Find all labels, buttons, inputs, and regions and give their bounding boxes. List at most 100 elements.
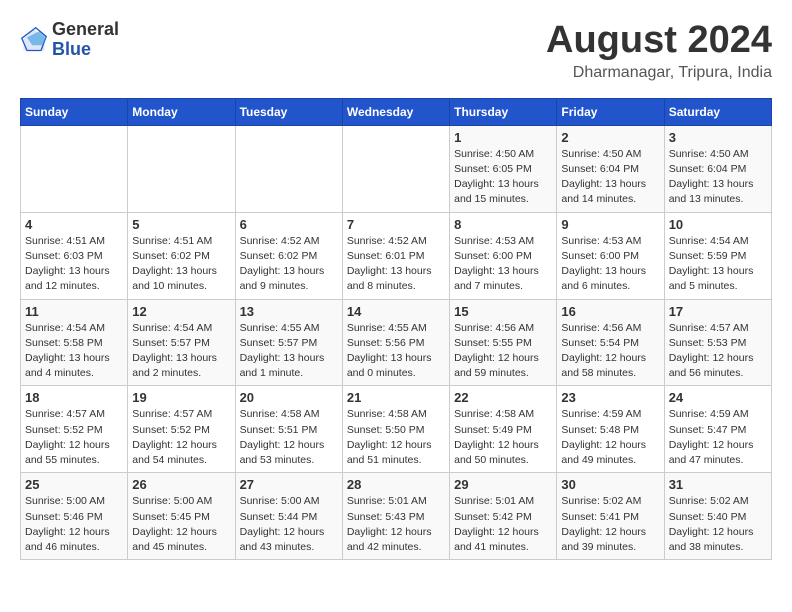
day-number: 11 xyxy=(25,304,123,319)
day-info: Sunrise: 4:59 AM Sunset: 5:48 PM Dayligh… xyxy=(561,407,659,468)
day-info: Sunrise: 5:00 AM Sunset: 5:46 PM Dayligh… xyxy=(25,494,123,555)
calendar-cell: 19 Sunrise: 4:57 AM Sunset: 5:52 PM Dayli… xyxy=(128,386,235,473)
calendar-cell: 7 Sunrise: 4:52 AM Sunset: 6:01 PM Daylig… xyxy=(342,212,449,299)
day-info: Sunrise: 4:55 AM Sunset: 5:56 PM Dayligh… xyxy=(347,321,445,382)
calendar-cell: 8Sunrise: 4:53 AM Sunset: 6:00 PM Daylig… xyxy=(450,212,557,299)
calendar-cell: 4Sunrise: 4:51 AM Sunset: 6:03 PM Daylig… xyxy=(21,212,128,299)
title-block: August 2024 Dharmanagar, Tripura, India xyxy=(546,20,772,82)
calendar-cell: 16 Sunrise: 4:56 AM Sunset: 5:54 PM Dayli… xyxy=(557,299,664,386)
calendar-header: SundayMondayTuesdayWednesdayThursdayFrid… xyxy=(21,98,772,125)
col-header-thursday: Thursday xyxy=(450,98,557,125)
day-info: Sunrise: 4:54 AM Sunset: 5:57 PM Dayligh… xyxy=(132,321,230,382)
calendar-cell: 27Sunrise: 5:00 AM Sunset: 5:44 PM Dayli… xyxy=(235,473,342,560)
day-number: 15 xyxy=(454,304,552,319)
day-info: Sunrise: 4:55 AM Sunset: 5:57 PM Dayligh… xyxy=(240,321,338,382)
calendar-cell: 10Sunrise: 4:54 AM Sunset: 5:59 PM Dayli… xyxy=(664,212,771,299)
day-number: 18 xyxy=(25,390,123,405)
day-number: 17 xyxy=(669,304,767,319)
day-info: Sunrise: 4:54 AM Sunset: 5:58 PM Dayligh… xyxy=(25,321,123,382)
day-number: 19 xyxy=(132,390,230,405)
calendar-cell: 22 Sunrise: 4:58 AM Sunset: 5:49 PM Dayli… xyxy=(450,386,557,473)
week-row-1: 1Sunrise: 4:50 AM Sunset: 6:05 PM Daylig… xyxy=(21,125,772,212)
calendar-cell: 24Sunrise: 4:59 AM Sunset: 5:47 PM Dayli… xyxy=(664,386,771,473)
day-info: Sunrise: 4:50 AM Sunset: 6:04 PM Dayligh… xyxy=(669,147,767,208)
day-number: 28 xyxy=(347,477,445,492)
calendar-cell xyxy=(342,125,449,212)
day-info: Sunrise: 4:56 AM Sunset: 5:55 PM Dayligh… xyxy=(454,321,552,382)
day-number: 6 xyxy=(240,217,338,232)
day-number: 9 xyxy=(561,217,659,232)
day-number: 5 xyxy=(132,217,230,232)
col-header-tuesday: Tuesday xyxy=(235,98,342,125)
calendar-cell: 18 Sunrise: 4:57 AM Sunset: 5:52 PM Dayli… xyxy=(21,386,128,473)
day-info: Sunrise: 4:52 AM Sunset: 6:02 PM Dayligh… xyxy=(240,234,338,295)
day-number: 31 xyxy=(669,477,767,492)
day-number: 12 xyxy=(132,304,230,319)
calendar-cell xyxy=(128,125,235,212)
col-header-friday: Friday xyxy=(557,98,664,125)
calendar-cell: 31 Sunrise: 5:02 AM Sunset: 5:40 PM Dayli… xyxy=(664,473,771,560)
calendar-cell: 14 Sunrise: 4:55 AM Sunset: 5:56 PM Dayli… xyxy=(342,299,449,386)
week-row-2: 4Sunrise: 4:51 AM Sunset: 6:03 PM Daylig… xyxy=(21,212,772,299)
calendar-table: SundayMondayTuesdayWednesdayThursdayFrid… xyxy=(20,98,772,560)
day-number: 8 xyxy=(454,217,552,232)
calendar-cell: 11 Sunrise: 4:54 AM Sunset: 5:58 PM Dayli… xyxy=(21,299,128,386)
day-info: Sunrise: 4:59 AM Sunset: 5:47 PM Dayligh… xyxy=(669,407,767,468)
day-info: Sunrise: 4:50 AM Sunset: 6:04 PM Dayligh… xyxy=(561,147,659,208)
day-info: Sunrise: 4:50 AM Sunset: 6:05 PM Dayligh… xyxy=(454,147,552,208)
day-info: Sunrise: 4:58 AM Sunset: 5:50 PM Dayligh… xyxy=(347,407,445,468)
day-info: Sunrise: 4:57 AM Sunset: 5:52 PM Dayligh… xyxy=(25,407,123,468)
calendar-cell: 2 Sunrise: 4:50 AM Sunset: 6:04 PM Daylig… xyxy=(557,125,664,212)
day-number: 22 xyxy=(454,390,552,405)
day-info: Sunrise: 5:01 AM Sunset: 5:43 PM Dayligh… xyxy=(347,494,445,555)
col-header-monday: Monday xyxy=(128,98,235,125)
day-info: Sunrise: 4:58 AM Sunset: 5:51 PM Dayligh… xyxy=(240,407,338,468)
day-number: 20 xyxy=(240,390,338,405)
calendar-cell: 28 Sunrise: 5:01 AM Sunset: 5:43 PM Dayli… xyxy=(342,473,449,560)
day-number: 3 xyxy=(669,130,767,145)
day-info: Sunrise: 4:53 AM Sunset: 6:00 PM Dayligh… xyxy=(561,234,659,295)
calendar-cell: 17 Sunrise: 4:57 AM Sunset: 5:53 PM Dayli… xyxy=(664,299,771,386)
logo-icon xyxy=(20,26,48,54)
calendar-cell: 13Sunrise: 4:55 AM Sunset: 5:57 PM Dayli… xyxy=(235,299,342,386)
day-info: Sunrise: 5:00 AM Sunset: 5:44 PM Dayligh… xyxy=(240,494,338,555)
calendar-cell: 20 Sunrise: 4:58 AM Sunset: 5:51 PM Dayli… xyxy=(235,386,342,473)
week-row-3: 11 Sunrise: 4:54 AM Sunset: 5:58 PM Dayli… xyxy=(21,299,772,386)
main-title: August 2024 xyxy=(546,20,772,62)
day-number: 14 xyxy=(347,304,445,319)
calendar-cell: 5 Sunrise: 4:51 AM Sunset: 6:02 PM Daylig… xyxy=(128,212,235,299)
week-row-5: 25Sunrise: 5:00 AM Sunset: 5:46 PM Dayli… xyxy=(21,473,772,560)
day-number: 4 xyxy=(25,217,123,232)
subtitle: Dharmanagar, Tripura, India xyxy=(546,64,772,82)
logo-text: General Blue xyxy=(52,20,119,60)
day-info: Sunrise: 4:56 AM Sunset: 5:54 PM Dayligh… xyxy=(561,321,659,382)
day-number: 2 xyxy=(561,130,659,145)
calendar-cell xyxy=(21,125,128,212)
day-info: Sunrise: 5:01 AM Sunset: 5:42 PM Dayligh… xyxy=(454,494,552,555)
calendar-cell: 26 Sunrise: 5:00 AM Sunset: 5:45 PM Dayli… xyxy=(128,473,235,560)
day-number: 7 xyxy=(347,217,445,232)
calendar-cell: 12 Sunrise: 4:54 AM Sunset: 5:57 PM Dayli… xyxy=(128,299,235,386)
day-info: Sunrise: 5:02 AM Sunset: 5:40 PM Dayligh… xyxy=(669,494,767,555)
calendar-cell xyxy=(235,125,342,212)
day-info: Sunrise: 4:52 AM Sunset: 6:01 PM Dayligh… xyxy=(347,234,445,295)
day-info: Sunrise: 4:58 AM Sunset: 5:49 PM Dayligh… xyxy=(454,407,552,468)
day-info: Sunrise: 5:02 AM Sunset: 5:41 PM Dayligh… xyxy=(561,494,659,555)
day-info: Sunrise: 4:57 AM Sunset: 5:53 PM Dayligh… xyxy=(669,321,767,382)
day-number: 23 xyxy=(561,390,659,405)
col-header-sunday: Sunday xyxy=(21,98,128,125)
day-info: Sunrise: 4:57 AM Sunset: 5:52 PM Dayligh… xyxy=(132,407,230,468)
day-number: 21 xyxy=(347,390,445,405)
calendar-cell: 30Sunrise: 5:02 AM Sunset: 5:41 PM Dayli… xyxy=(557,473,664,560)
day-number: 16 xyxy=(561,304,659,319)
calendar-cell: 25Sunrise: 5:00 AM Sunset: 5:46 PM Dayli… xyxy=(21,473,128,560)
calendar-cell: 29 Sunrise: 5:01 AM Sunset: 5:42 PM Dayli… xyxy=(450,473,557,560)
day-info: Sunrise: 5:00 AM Sunset: 5:45 PM Dayligh… xyxy=(132,494,230,555)
page-header: General Blue August 2024 Dharmanagar, Tr… xyxy=(20,20,772,82)
day-info: Sunrise: 4:51 AM Sunset: 6:02 PM Dayligh… xyxy=(132,234,230,295)
calendar-cell: 21 Sunrise: 4:58 AM Sunset: 5:50 PM Dayli… xyxy=(342,386,449,473)
day-number: 26 xyxy=(132,477,230,492)
day-info: Sunrise: 4:54 AM Sunset: 5:59 PM Dayligh… xyxy=(669,234,767,295)
col-header-saturday: Saturday xyxy=(664,98,771,125)
day-number: 29 xyxy=(454,477,552,492)
